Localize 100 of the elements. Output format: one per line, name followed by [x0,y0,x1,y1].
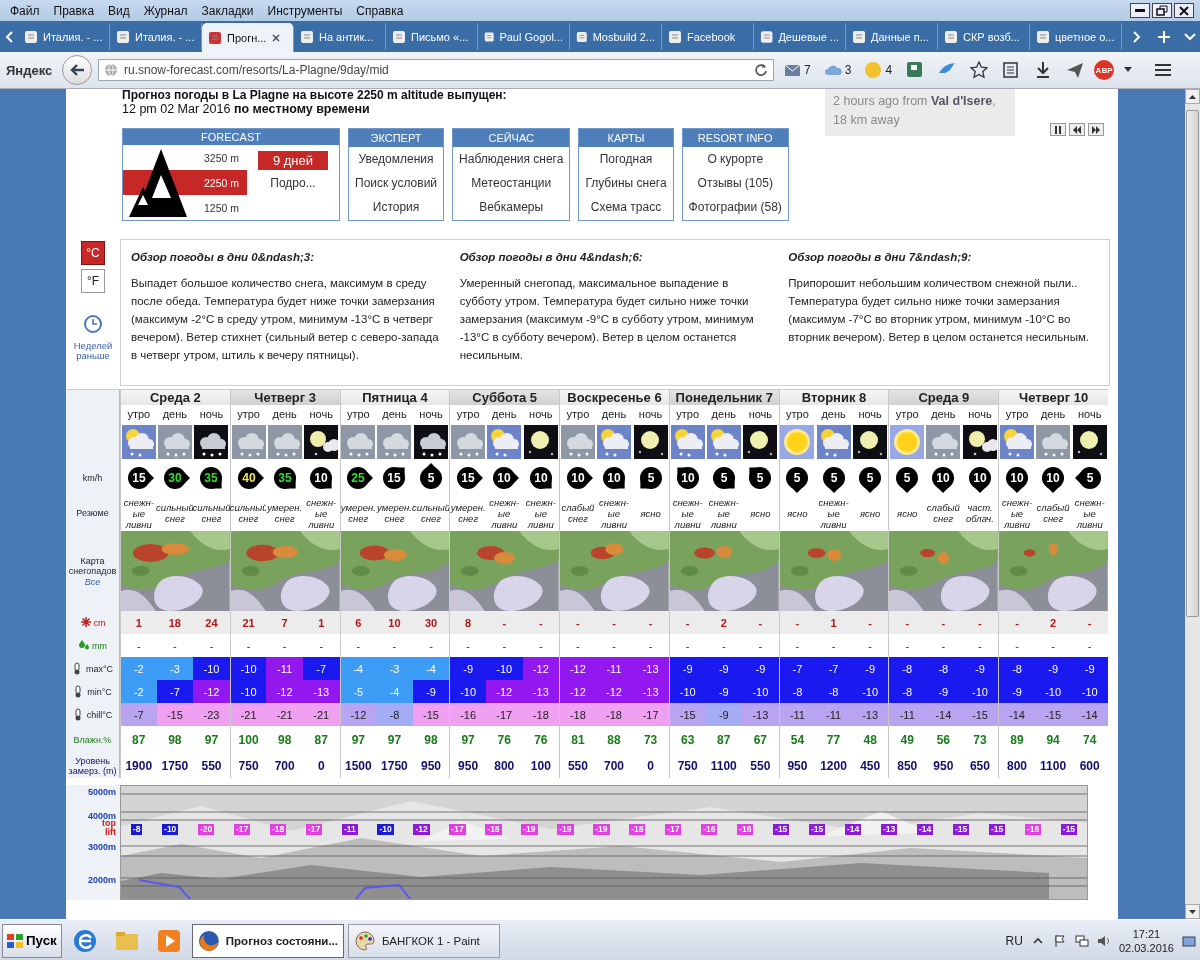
temperature-cell: -12 [193,680,230,703]
menu-item[interactable]: Справка [349,3,411,18]
temperature-cell: -7 [156,680,194,703]
temperature-badge: -16 [737,824,754,835]
details-link[interactable]: Подро... [270,176,316,190]
close-button[interactable] [1174,3,1194,18]
menu-link[interactable]: Фотографии (58) [682,195,788,219]
counter-button[interactable]: 4 [861,62,897,78]
weather-summary: снежн-ые ливни [1071,495,1108,531]
snowfall-value: 2 [1034,611,1072,634]
browser-tab[interactable]: СКР возб... [938,23,1030,50]
freezing-level-value: 1900 [120,754,157,778]
menu-link[interactable]: Наблюдения снега [453,147,570,171]
period-label: утро [339,405,377,423]
unit-toggle[interactable]: °C [81,241,105,265]
windows-flag-icon [6,932,24,949]
browser-tab[interactable]: Paul Gogol... [478,23,570,50]
pause-button[interactable] [1050,123,1066,136]
menu-link[interactable]: История [349,195,444,219]
elevation-option[interactable]: 3250 m [191,145,247,170]
row-label: km/h [82,473,103,483]
menu-link[interactable]: Вебкамеры [453,195,570,219]
minimize-button[interactable] [1130,3,1150,18]
menu-link[interactable]: Поиск условий [349,171,444,195]
browser-tab[interactable]: Mosbuild 2... [570,23,662,50]
taskbar-app-button[interactable]: Прогноз состояни... [192,923,344,958]
humidity-value: 76 [485,726,523,754]
start-button[interactable]: Пуск [2,923,62,958]
weather-summary: умерен. снег [449,495,486,531]
language-indicator[interactable]: RU [1005,933,1023,948]
menu-item[interactable]: Вид [101,3,137,18]
row-label: min°C [87,686,112,697]
back-button[interactable] [62,55,92,85]
temperature-cell: -15 [668,703,706,726]
period-label: ночь [1071,405,1108,423]
browser-tab[interactable]: цветное о... [1030,23,1122,50]
menu-link[interactable]: Метеостанции [453,171,570,195]
menu-item[interactable]: Инструменты [260,3,350,18]
rain-value: - [998,634,1035,657]
snowfall-value: - [778,611,816,634]
rewind-button[interactable] [1069,123,1085,136]
menu-item[interactable]: Закладки [194,3,261,18]
temperature-cell: -9 [851,657,889,680]
rain-value: - [961,634,999,657]
elevation-option[interactable]: 1250 m [191,195,247,220]
day-header: Воскресенье 6 [559,390,669,405]
scroll-down-button[interactable] [1185,904,1200,919]
axis-label: 2000m [87,875,116,885]
all-maps-link[interactable]: Все [84,576,101,587]
period-label: день [376,405,413,423]
temperature-cell: -10 [229,657,267,680]
page-icon [24,29,38,44]
fast-forward-button[interactable] [1088,123,1104,136]
mail-button[interactable]: 7 [780,62,815,78]
menu-link[interactable]: Схема трасс [579,195,673,219]
browser-tab[interactable]: Facebook [662,23,754,50]
rain-value: - [705,634,743,657]
menu-link[interactable]: Погодная [579,147,673,171]
snowfall-value: - [888,611,926,634]
days-button[interactable]: 9 дней [258,151,328,170]
adblock-button[interactable]: ABP [1094,60,1115,80]
page-icon [668,29,682,44]
weather-summary: снежн-ые ливни [485,495,523,531]
temperature-cell: -15 [961,703,999,726]
wind-badge: 10 [927,462,960,494]
earlier-link[interactable]: Неделей раньше [66,341,120,361]
menu-link[interactable]: Глубины снега [579,171,673,195]
menu-link[interactable]: Отзывы (105) [682,171,788,195]
browser-tab[interactable]: Прогн... [202,23,294,52]
snowfall-value: - [961,611,999,634]
menu-item[interactable]: Файл [3,3,47,18]
browser-tab[interactable]: Италия. - ... [18,23,110,50]
temperature-cell: -13 [851,703,889,726]
browser-tab[interactable]: Дешевые ... [754,23,846,50]
snowflake-icon [79,616,92,629]
cloud-button[interactable]: 3 [820,62,856,78]
weather-summary: снежн-ые ливни [522,495,560,531]
address-field[interactable]: ru.snow-forecast.com/resorts/La-Plagne/9day/mid [98,59,774,81]
menu-item[interactable]: Правка [46,3,102,18]
browser-tab[interactable]: На антик... [294,23,386,50]
menu-link[interactable]: Уведомления [349,147,444,171]
restore-button[interactable] [1152,3,1172,18]
scroll-up-button[interactable] [1185,89,1200,104]
weather-summary: ясно [632,495,669,531]
issue-time: 12 pm 02 Mar 2016 по местному времени [122,102,371,116]
menu-item[interactable]: Журнал [136,3,195,18]
unit-toggle[interactable]: °F [81,269,105,293]
menu-link[interactable]: О курорте [682,147,788,171]
temperature-cell: -8 [778,680,816,703]
taskbar-app-button[interactable]: БАНГКОК 1 - Paint [348,923,500,958]
day-header: Суббота 5 [449,390,560,405]
temperature-badge: -17 [449,824,466,835]
period-label: утро [778,405,816,423]
humidity-value: 77 [815,726,852,754]
rain-value: - [742,634,779,657]
browser-tab[interactable]: Письмо «... [386,23,478,50]
elevation-option[interactable]: 2250 m [191,170,247,195]
freezing-level-value: 1750 [376,754,413,778]
rain-value: - [229,634,267,657]
browser-tab[interactable]: Данные п... [846,23,938,50]
